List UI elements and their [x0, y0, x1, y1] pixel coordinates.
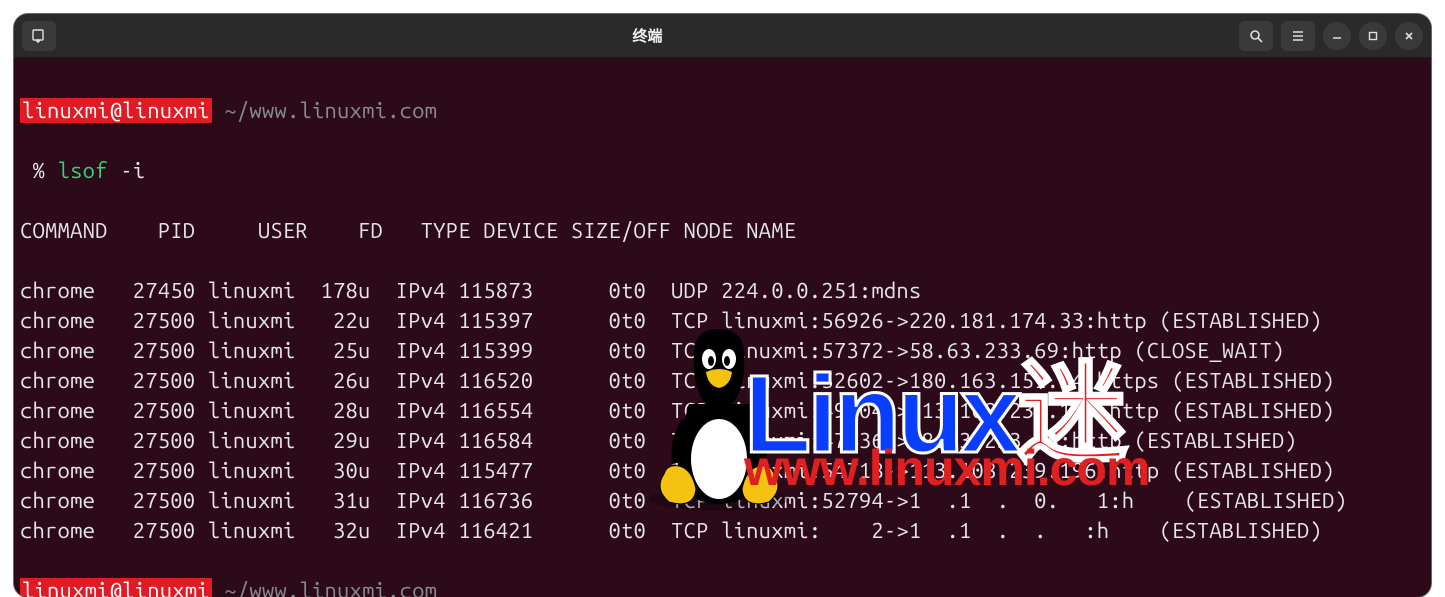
command-name: lsof [58, 158, 108, 183]
table-row: chrome 27500 linuxmi 29u IPv4 116584 0t0… [20, 426, 1425, 456]
prompt-path: ~/www.linuxmi.com [224, 98, 437, 123]
output-rows: chrome 27450 linuxmi 178u IPv4 115873 0t… [20, 276, 1425, 546]
table-row: chrome 27500 linuxmi 31u IPv4 116736 0t0… [20, 486, 1425, 516]
output-header: COMMAND PID USER FD TYPE DEVICE SIZE/OFF… [20, 216, 1425, 246]
prompt-line: linuxmi@linuxmi ~/www.linuxmi.com [20, 576, 1425, 597]
table-row: chrome 27500 linuxmi 28u IPv4 116554 0t0… [20, 396, 1425, 426]
terminal-output[interactable]: linuxmi@linuxmi ~/www.linuxmi.com % lsof… [14, 58, 1431, 597]
prompt-user: linuxmi@linuxmi [20, 578, 212, 597]
prompt-user: linuxmi@linuxmi [20, 98, 212, 123]
search-button[interactable] [1239, 21, 1273, 51]
minimize-button[interactable] [1323, 22, 1351, 50]
new-tab-button[interactable] [22, 21, 56, 51]
close-button[interactable] [1395, 22, 1423, 50]
table-row: chrome 27450 linuxmi 178u IPv4 115873 0t… [20, 276, 1425, 306]
prompt-path: ~/www.linuxmi.com [224, 578, 437, 597]
command-args: -i [120, 158, 145, 183]
table-row: chrome 27500 linuxmi 30u IPv4 115477 0t0… [20, 456, 1425, 486]
prompt-line: linuxmi@linuxmi ~/www.linuxmi.com [20, 96, 1425, 126]
titlebar: 终端 [14, 14, 1431, 58]
table-row: chrome 27500 linuxmi 26u IPv4 116520 0t0… [20, 366, 1425, 396]
table-row: chrome 27500 linuxmi 25u IPv4 115399 0t0… [20, 336, 1425, 366]
menu-button[interactable] [1281, 21, 1315, 51]
maximize-button[interactable] [1359, 22, 1387, 50]
terminal-window: 终端 linuxmi@linuxmi ~/www.linuxmi.com % l… [14, 14, 1431, 597]
command-line: % lsof -i [20, 156, 1425, 186]
table-row: chrome 27500 linuxmi 22u IPv4 115397 0t0… [20, 306, 1425, 336]
window-title: 终端 [632, 25, 662, 46]
table-row: chrome 27500 linuxmi 32u IPv4 116421 0t0… [20, 516, 1425, 546]
